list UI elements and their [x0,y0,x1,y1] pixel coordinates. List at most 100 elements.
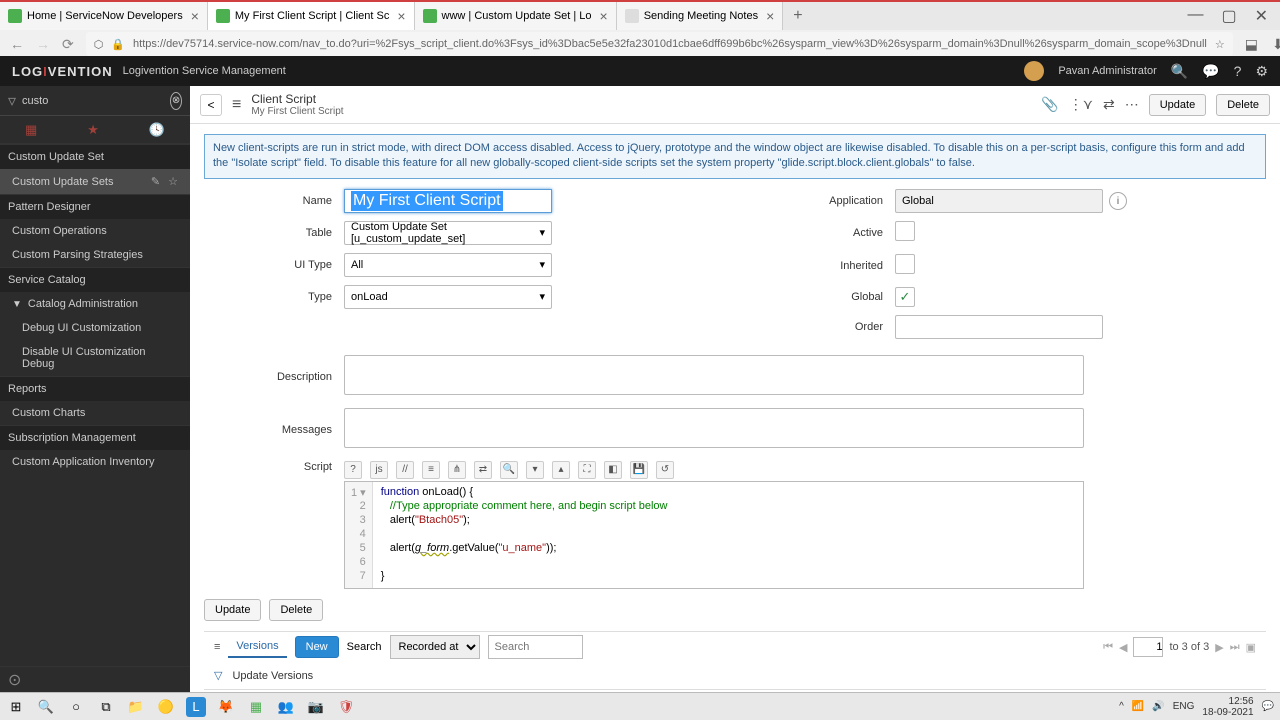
explorer-icon[interactable]: 📁 [126,697,146,717]
browser-tab[interactable]: Sending Meeting Notes× [617,2,784,30]
sidebar-item[interactable]: ▼Catalog Administration [0,292,190,316]
taskview-icon[interactable]: ⧉ [96,697,116,717]
sidebar-item[interactable]: Custom Application Inventory [0,450,190,474]
inherited-checkbox[interactable] [895,254,915,274]
script-editor[interactable]: 1 ▾234567 function onLoad() { //Type app… [344,481,1084,589]
nav-section[interactable]: Custom Update Set [0,144,190,169]
sidebar-item[interactable]: Disable UI Customization Debug [0,340,190,376]
list-menu-icon[interactable]: ≡ [214,641,220,653]
search-taskbar-icon[interactable]: 🔍 [36,697,56,717]
download-icon[interactable]: ⬇ [1272,36,1280,53]
script-save-icon[interactable]: 💾 [630,461,648,479]
order-input[interactable] [895,315,1103,339]
script-fullscreen-icon[interactable]: ⛶ [578,461,596,479]
script-syntax-icon[interactable]: js [370,461,388,479]
new-button[interactable]: New [295,636,339,658]
script-replace-icon[interactable]: ⇄ [474,461,492,479]
language-icon[interactable]: ENG [1173,701,1195,712]
attachment-icon[interactable]: 📎 [1041,96,1058,113]
volume-icon[interactable]: 🔊 [1152,701,1164,712]
star-icon[interactable]: ☆ [1215,38,1225,51]
search-input[interactable] [488,635,583,659]
activity-icon[interactable]: ⋮⋎ [1069,96,1093,113]
more-icon[interactable]: ⋯ [1125,96,1139,113]
update-button-bottom[interactable]: Update [204,599,261,621]
minimize-icon[interactable]: — [1187,6,1203,26]
close-icon[interactable]: × [191,8,199,24]
pocket-icon[interactable]: ⬓ [1245,36,1258,53]
script-toggle-icon[interactable]: ↺ [656,461,674,479]
nav-section[interactable]: Service Catalog [0,267,190,292]
global-checkbox[interactable] [895,287,915,307]
info-icon[interactable]: i [1109,192,1127,210]
script-format-icon[interactable]: ≡ [422,461,440,479]
pencil-icon[interactable]: ✎ [151,175,160,188]
reload-icon[interactable]: ⟳ [62,36,74,53]
maximize-icon[interactable]: ▢ [1221,6,1236,26]
tab-versions[interactable]: Versions [228,636,286,658]
script-down-icon[interactable]: ▾ [526,461,544,479]
delete-button-bottom[interactable]: Delete [269,599,323,621]
toggle-icon[interactable]: ⇄ [1103,96,1115,113]
clock[interactable]: 12:56 18-09-2021 [1202,696,1253,718]
nav-section[interactable]: Subscription Management [0,425,190,450]
star-icon[interactable]: ☆ [168,175,178,188]
filter-funnel-icon[interactable]: ▽ [214,669,222,682]
type-select[interactable]: onLoad▾ [344,285,552,309]
active-checkbox[interactable] [895,221,915,241]
new-tab-button[interactable]: + [783,7,812,25]
tray-expand-icon[interactable]: ^ [1119,701,1124,712]
browser-tab[interactable]: Home | ServiceNow Developers× [0,2,208,30]
nav-section[interactable]: Pattern Designer [0,194,190,219]
gear-icon[interactable]: ⚙ [1255,63,1268,80]
table-select[interactable]: Custom Update Set [u_custom_update_set]▾ [344,221,552,245]
script-diff-icon[interactable]: ◧ [604,461,622,479]
sidebar-item[interactable]: Custom Parsing Strategies [0,243,190,267]
user-name[interactable]: Pavan Administrator [1058,65,1156,77]
chat-icon[interactable]: 💬 [1202,63,1219,80]
last-page-icon[interactable]: ⏭ [1230,641,1240,654]
chrome-icon[interactable]: 🟡 [156,697,176,717]
search-icon[interactable]: 🔍 [1171,63,1188,80]
script-up-icon[interactable]: ▴ [552,461,570,479]
first-page-icon[interactable]: ⏮ [1103,641,1113,654]
favorites-icon[interactable]: ★ [87,122,99,138]
name-input[interactable]: My First Client Script [344,189,552,213]
teams-icon[interactable]: 👥 [276,697,296,717]
browser-tab[interactable]: My First Client Script | Client Sc× [208,2,415,30]
sidebar-item[interactable]: Custom Operations [0,219,190,243]
script-tree-icon[interactable]: ⋔ [448,461,466,479]
browser-tab[interactable]: www | Custom Update Set | Lo× [415,2,617,30]
search-field-select[interactable]: Recorded at [390,635,480,659]
next-page-icon[interactable]: ▶ [1215,641,1223,654]
script-search-icon[interactable]: 🔍 [500,461,518,479]
camera-icon[interactable]: 📷 [306,697,326,717]
all-apps-icon[interactable]: ▦ [25,122,37,138]
close-icon[interactable]: × [397,8,405,24]
help-icon[interactable]: ? [1234,63,1242,79]
delete-button[interactable]: Delete [1216,94,1270,116]
expand-icon[interactable]: ⊙ [8,670,21,690]
script-help-icon[interactable]: ? [344,461,362,479]
firefox-icon[interactable]: 🦊 [216,697,236,717]
prev-page-icon[interactable]: ◀ [1119,641,1127,654]
filter-input[interactable] [22,95,164,107]
back-button[interactable]: < [200,94,222,116]
close-icon[interactable]: × [600,8,608,24]
app-icon[interactable]: ▦ [246,697,266,717]
start-icon[interactable]: ⊞ [6,697,26,717]
wifi-icon[interactable]: 📶 [1132,701,1144,712]
update-button[interactable]: Update [1149,94,1206,116]
script-comment-icon[interactable]: // [396,461,414,479]
shield-icon[interactable]: 🛡 [336,697,356,717]
messages-input[interactable] [344,408,1084,448]
sidebar-item-custom-update-sets[interactable]: Custom Update Sets ✎☆ [0,169,190,194]
uitype-select[interactable]: All▾ [344,253,552,277]
cortana-icon[interactable]: ○ [66,697,86,717]
close-window-icon[interactable]: ✕ [1255,6,1268,26]
context-menu-icon[interactable]: ≡ [232,96,241,114]
sidebar-item[interactable]: Debug UI Customization [0,316,190,340]
url-field[interactable]: ⬡ 🔒 https://dev75714.service-now.com/nav… [86,32,1233,56]
list-edit-icon[interactable]: ▣ [1246,641,1256,654]
history-icon[interactable]: 🕓 [149,122,165,138]
